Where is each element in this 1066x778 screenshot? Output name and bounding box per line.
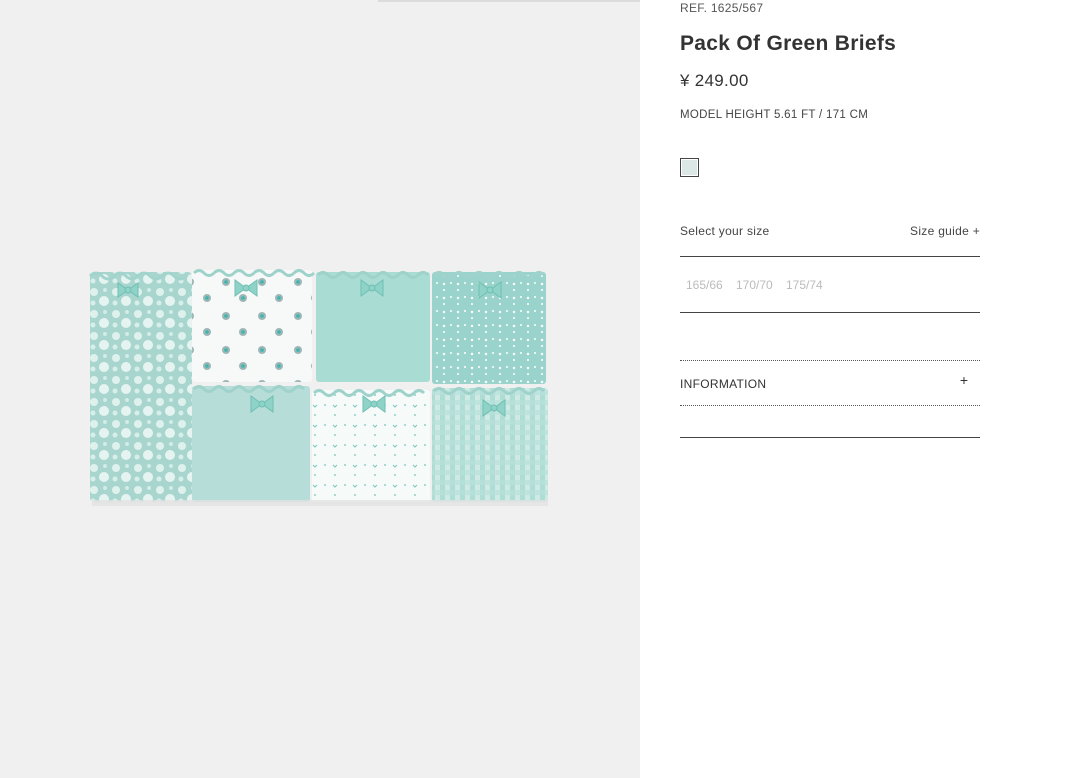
information-label: INFORMATION (680, 377, 767, 391)
color-swatch-fill (682, 160, 697, 175)
product-image-panel (0, 0, 640, 778)
size-option-165-66[interactable]: 165/66 (686, 278, 723, 292)
model-height: MODEL HEIGHT 5.61 FT / 171 CM (680, 109, 869, 121)
color-swatch[interactable] (680, 158, 699, 177)
size-option-170-70[interactable]: 170/70 (736, 278, 773, 292)
product-image[interactable] (0, 0, 640, 778)
information-accordion[interactable]: INFORMATION + (680, 361, 980, 406)
select-size-label: Select your size (680, 224, 770, 238)
size-option-175-74[interactable]: 175/74 (786, 278, 823, 292)
bottom-divider (680, 437, 980, 438)
product-title: Pack Of Green Briefs (680, 32, 897, 55)
size-options: 165/66 170/70 175/74 (680, 257, 980, 313)
product-price: ¥ 249.00 (680, 71, 749, 90)
size-selector-header: Select your size Size guide + (680, 222, 980, 257)
product-reference: REF. 1625/567 (680, 1, 764, 15)
plus-icon[interactable]: + (960, 372, 968, 388)
size-guide-link[interactable]: Size guide + (910, 224, 980, 238)
